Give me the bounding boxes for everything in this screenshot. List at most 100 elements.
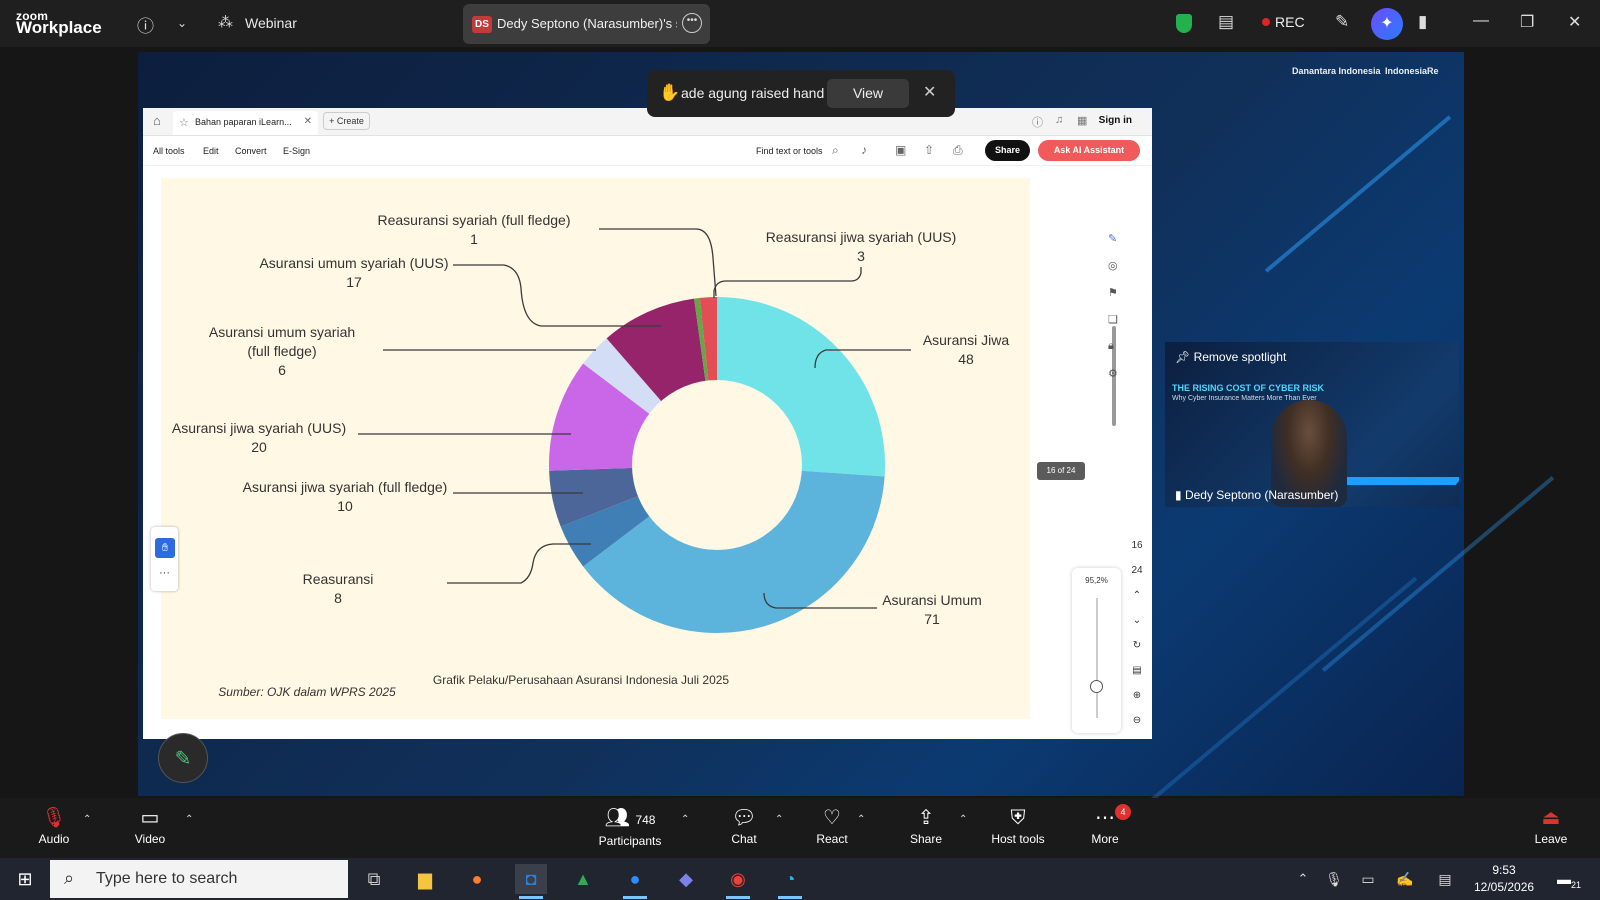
zoom-track[interactable] xyxy=(1096,598,1098,718)
chart-title: Grafik Pelaku/Perusahaan Asuransi Indone… xyxy=(433,673,730,687)
display-tray-icon[interactable]: ▭ xyxy=(1352,864,1384,894)
leave-button[interactable]: ⏏ Leave xyxy=(1532,806,1570,846)
apps-grid-icon[interactable]: ▦ xyxy=(1077,114,1087,127)
google-drive-icon[interactable]: ▲ xyxy=(567,864,599,894)
zoom-knob[interactable] xyxy=(1090,680,1103,693)
bookmark-icon[interactable]: ⚑ xyxy=(1108,286,1118,299)
lock-icon[interactable]: 🔒︎ xyxy=(1108,340,1114,353)
pen-tray-icon[interactable]: ✍ xyxy=(1389,864,1421,894)
more-tools-icon[interactable]: ··· xyxy=(151,567,178,579)
share-caret[interactable]: ⌃ xyxy=(959,814,967,825)
audio-button[interactable]: 🎙︎ Audio xyxy=(36,806,72,846)
print-icon[interactable]: ⎙ xyxy=(953,143,963,158)
zoom-slider-panel[interactable]: 95,2% xyxy=(1072,568,1121,733)
close-tab-icon[interactable]: ✕ xyxy=(304,116,312,127)
upload-icon[interactable]: ⇧ xyxy=(924,143,934,157)
document-tab[interactable]: ☆ Bahan paparan iLearn... ✕ xyxy=(173,111,318,135)
share-screen-button[interactable]: ⇪ Share xyxy=(906,806,946,846)
ask-ai-assistant-button[interactable]: Ask AI Assistant xyxy=(1038,140,1140,161)
zoom-level: 95,2% xyxy=(1085,576,1108,585)
edge-icon[interactable]: ◔ xyxy=(774,864,806,899)
zoom-in-icon[interactable]: ⊕ xyxy=(1124,690,1150,715)
notifications-icon[interactable]: ▬21 xyxy=(1553,864,1585,894)
participants-caret[interactable]: ⌃ xyxy=(681,814,689,825)
close-window-icon[interactable]: ✕ xyxy=(1568,12,1581,32)
settings-icon[interactable]: ⚙ xyxy=(1108,367,1118,380)
video-button[interactable]: ▭ Video xyxy=(132,806,168,846)
audio-options-caret[interactable]: ⌃ xyxy=(83,814,91,825)
screen-share-tab[interactable]: DS Dedy Septono (Narasumber)'s scr ••• xyxy=(463,4,710,44)
more-options-icon[interactable]: ••• xyxy=(682,13,702,33)
menu-convert[interactable]: Convert xyxy=(235,146,267,156)
zoom-out-icon[interactable]: ⊖ xyxy=(1124,715,1150,740)
share-button[interactable]: Share xyxy=(985,140,1030,161)
search-icon[interactable]: ⌕ xyxy=(832,143,839,158)
taskbar-search-box[interactable]: ⌕ Type here to search xyxy=(50,860,348,898)
help-icon[interactable]: ⓘ xyxy=(1032,114,1043,130)
react-caret[interactable]: ⌃ xyxy=(857,814,865,825)
task-view-icon[interactable]: ⧉ xyxy=(358,864,390,894)
chrome-icon[interactable]: ◉ xyxy=(722,864,754,899)
close-toast-icon[interactable]: ✕ xyxy=(923,82,936,102)
chat-button[interactable]: 💬︎ Chat xyxy=(726,806,762,846)
prev-page-icon[interactable]: ⌃ xyxy=(1124,590,1150,615)
recording-indicator[interactable]: REC xyxy=(1262,14,1305,30)
keyboard-tray-icon[interactable]: ▤ xyxy=(1429,864,1461,894)
webinar-label: Webinar xyxy=(245,15,297,31)
save-icon[interactable]: ▣ xyxy=(895,143,906,157)
annotate-pencil-icon[interactable]: ✎ xyxy=(158,733,208,783)
sign-in-link[interactable]: Sign in xyxy=(1099,115,1132,126)
chevron-down-icon[interactable]: ⌄ xyxy=(177,16,187,30)
pdf-viewer-window: ⌂ ☆ Bahan paparan iLearn... ✕ + Create ⓘ… xyxy=(143,108,1152,739)
page-thumb-icon[interactable]: ▤ xyxy=(1124,665,1150,690)
find-tools-input[interactable]: Find text or tools xyxy=(756,146,823,156)
annotate-pen-icon[interactable]: ✎ xyxy=(1335,12,1349,32)
ai-companion-icon[interactable]: ✦ xyxy=(1371,8,1403,40)
react-button[interactable]: ♡ React xyxy=(812,806,852,846)
label-jsff-name: Asuransi jiwa syariah (full fledge) xyxy=(243,479,448,495)
comment-icon[interactable]: ✎ xyxy=(1108,232,1117,245)
notes-icon[interactable]: ▤ xyxy=(1218,12,1234,32)
mic-tray-icon[interactable]: 🎙︎ xyxy=(1318,864,1350,894)
tray-expand-icon[interactable]: ⌃ xyxy=(1287,864,1319,894)
read-aloud-icon[interactable]: ♪ xyxy=(861,143,867,157)
hand-tool-icon[interactable]: ✋︎ xyxy=(155,538,175,558)
share-screen-icon: ⇪ xyxy=(917,807,935,829)
menu-esign[interactable]: E-Sign xyxy=(283,146,310,156)
apps-icon[interactable]: ▮ xyxy=(1418,12,1427,32)
view-button[interactable]: View xyxy=(827,79,909,108)
firefox-icon[interactable]: ● xyxy=(461,864,493,894)
spotlight-video[interactable]: 📌︎ Remove spotlight THE RISING COST OF C… xyxy=(1165,342,1459,507)
rotate-icon[interactable]: ↻ xyxy=(1124,640,1150,665)
teams-icon[interactable]: ◆ xyxy=(670,864,702,894)
participants-button[interactable]: 👥︎ 748 Participants xyxy=(594,806,666,848)
minimize-icon[interactable]: — xyxy=(1473,12,1489,30)
current-page[interactable]: 16 xyxy=(1124,540,1150,565)
menu-edit[interactable]: Edit xyxy=(203,146,219,156)
info-icon[interactable]: ⓘ xyxy=(137,12,154,37)
more-badge: 4 xyxy=(1115,804,1131,820)
page-indicator-badge: 16 of 24 xyxy=(1037,462,1085,480)
restore-icon[interactable]: ❐ xyxy=(1520,12,1534,32)
host-tools-button[interactable]: ⛨ Host tools xyxy=(985,806,1051,846)
copy-pages-icon[interactable]: ❏ xyxy=(1108,313,1118,326)
zoom-app-icon[interactable]: ● xyxy=(619,864,651,899)
chat-caret[interactable]: ⌃ xyxy=(775,814,783,825)
video-slide-title: THE RISING COST OF CYBER RISK xyxy=(1172,383,1325,393)
outlook-icon[interactable]: ◘ xyxy=(515,864,547,899)
create-button[interactable]: + Create xyxy=(323,112,370,130)
file-explorer-icon[interactable]: ▆ xyxy=(409,864,441,894)
organize-icon[interactable]: ◎ xyxy=(1108,259,1118,272)
menu-all-tools[interactable]: All tools xyxy=(153,146,185,156)
mic-muted-icon: 🎙︎ xyxy=(41,807,67,829)
label-usuus-value: 17 xyxy=(346,274,362,290)
taskbar-clock[interactable]: 9:53 12/05/2026 xyxy=(1474,862,1534,896)
windows-start-icon[interactable]: ⊞ xyxy=(9,864,41,894)
next-page-icon[interactable]: ⌄ xyxy=(1124,615,1150,640)
security-shield-icon[interactable] xyxy=(1176,14,1192,33)
home-icon[interactable]: ⌂ xyxy=(153,113,161,128)
remove-spotlight-button[interactable]: 📌︎ Remove spotlight xyxy=(1175,350,1286,364)
notification-icon[interactable]: ♫ xyxy=(1055,114,1063,126)
video-options-caret[interactable]: ⌃ xyxy=(185,814,193,825)
star-icon[interactable]: ☆ xyxy=(179,116,189,129)
